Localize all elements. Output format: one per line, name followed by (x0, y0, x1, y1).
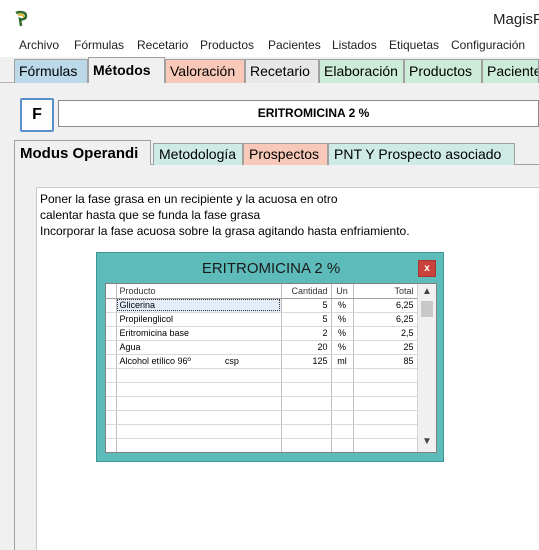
cell-producto[interactable]: Eritromicina base (116, 326, 282, 341)
cell-total[interactable]: 6,25 (353, 312, 418, 327)
menu-bar: Archivo Fórmulas Recetario Productos Pac… (0, 36, 539, 56)
table-row-empty[interactable] (106, 382, 418, 397)
menu-recetario[interactable]: Recetario (137, 38, 188, 52)
tab-pacientes[interactable]: Pacientes (482, 59, 539, 83)
cell-producto[interactable]: Alcohol etílico 96º csp (116, 354, 282, 369)
tab-prospectos[interactable]: Prospectos (243, 143, 328, 165)
producto-name: Alcohol etílico 96º (119, 356, 191, 366)
dialog-title: ERITROMICINA 2 % (201, 260, 341, 277)
menu-listados[interactable]: Listados (332, 38, 377, 52)
table-row[interactable]: Alcohol etílico 96º csp 125 ml 85 (106, 354, 418, 369)
ingredients-table: Producto Cantidad Un Total Glicerina 5 %… (106, 284, 418, 452)
row-marker (106, 298, 117, 313)
tab-recetario[interactable]: Recetario (245, 59, 319, 83)
menu-pacientes[interactable]: Pacientes (268, 38, 321, 52)
menu-formulas[interactable]: Fórmulas (74, 38, 124, 52)
row-marker (106, 326, 117, 341)
modus-line: Poner la fase grasa en un recipiente y l… (40, 192, 338, 206)
row-marker (106, 354, 117, 369)
tab-elaboracion[interactable]: Elaboración (319, 59, 404, 83)
cell-producto[interactable]: Glicerina (116, 298, 282, 313)
tab-metodologia[interactable]: Metodología (153, 143, 243, 165)
main-tabs: Fórmulas Métodos Valoración Recetario El… (0, 57, 539, 84)
scroll-thumb[interactable] (421, 301, 433, 317)
formula-title-field[interactable]: ERITROMICINA 2 % (58, 100, 539, 127)
col-producto[interactable]: Producto (116, 284, 282, 299)
tab-formulas[interactable]: Fórmulas (14, 59, 88, 83)
tab-pnt-prospecto[interactable]: PNT Y Prospecto asociado (328, 143, 515, 165)
f-button[interactable]: F (20, 98, 54, 132)
tab-modus-operandi[interactable]: Modus Operandi (14, 140, 151, 166)
cell-un[interactable]: % (331, 340, 354, 355)
menu-productos[interactable]: Productos (200, 38, 254, 52)
table-row[interactable]: Glicerina 5 % 6,25 (106, 298, 418, 313)
title-bar: MagisF (0, 0, 539, 36)
row-marker (106, 312, 117, 327)
menu-configuracion[interactable]: Configuración (451, 38, 525, 52)
row-header-cell (106, 284, 117, 299)
table-row[interactable]: Propilenglicol 5 % 6,25 (106, 312, 418, 327)
col-cantidad[interactable]: Cantidad (281, 284, 332, 299)
csp-flag: csp (224, 356, 239, 366)
scroll-up-icon[interactable]: ▲ (418, 284, 436, 300)
cell-un[interactable]: % (331, 326, 354, 341)
row-marker (106, 340, 117, 355)
cell-total[interactable]: 2,5 (353, 326, 418, 341)
table-row-empty[interactable] (106, 438, 418, 452)
cell-total[interactable]: 85 (353, 354, 418, 369)
table-row-empty[interactable] (106, 424, 418, 439)
cell-producto[interactable]: Propilenglicol (116, 312, 282, 327)
producto-name: Eritromicina base (119, 328, 190, 338)
col-total[interactable]: Total (353, 284, 418, 299)
table-row-empty[interactable] (106, 410, 418, 425)
ingredients-grid[interactable]: Producto Cantidad Un Total Glicerina 5 %… (105, 283, 437, 453)
col-un[interactable]: Un (331, 284, 354, 299)
window-title: MagisF (493, 11, 539, 28)
cell-cantidad[interactable]: 5 (281, 312, 332, 327)
producto-name: Glicerina (119, 300, 156, 310)
tab-metodos[interactable]: Métodos (88, 57, 165, 84)
sub-tabs: Modus Operandi Metodología Prospectos PN… (14, 140, 539, 166)
app-icon (15, 10, 28, 27)
producto-name: Agua (119, 342, 141, 352)
cell-cantidad[interactable]: 2 (281, 326, 332, 341)
producto-name: Propilenglicol (119, 314, 174, 324)
cell-cantidad[interactable]: 125 (281, 354, 332, 369)
formula-dialog: ERITROMICINA 2 % x Producto Cantidad Un … (96, 252, 444, 462)
table-header-row: Producto Cantidad Un Total (106, 284, 418, 299)
tab-productos[interactable]: Productos (404, 59, 482, 83)
cell-un[interactable]: % (331, 312, 354, 327)
cell-total[interactable]: 6,25 (353, 298, 418, 313)
cell-producto[interactable]: Agua (116, 340, 282, 355)
scroll-down-icon[interactable]: ▼ (418, 434, 436, 450)
table-row[interactable]: Agua 20 % 25 (106, 340, 418, 355)
cell-un[interactable]: ml (331, 354, 354, 369)
table-row[interactable]: Eritromicina base 2 % 2,5 (106, 326, 418, 341)
menu-archivo[interactable]: Archivo (19, 38, 59, 52)
table-row-empty[interactable] (106, 368, 418, 383)
grid-scrollbar[interactable]: ▲ ▼ (417, 284, 436, 452)
cell-un[interactable]: % (331, 298, 354, 313)
modus-line: Incorporar la fase acuosa sobre la grasa… (40, 224, 410, 238)
cell-total[interactable]: 25 (353, 340, 418, 355)
close-icon[interactable]: x (418, 260, 436, 277)
menu-etiquetas[interactable]: Etiquetas (389, 38, 439, 52)
modus-line: calentar hasta que se funda la fase gras… (40, 208, 261, 222)
cell-cantidad[interactable]: 20 (281, 340, 332, 355)
tab-valoracion[interactable]: Valoración (165, 59, 245, 83)
cell-cantidad[interactable]: 5 (281, 298, 332, 313)
table-row-empty[interactable] (106, 396, 418, 411)
